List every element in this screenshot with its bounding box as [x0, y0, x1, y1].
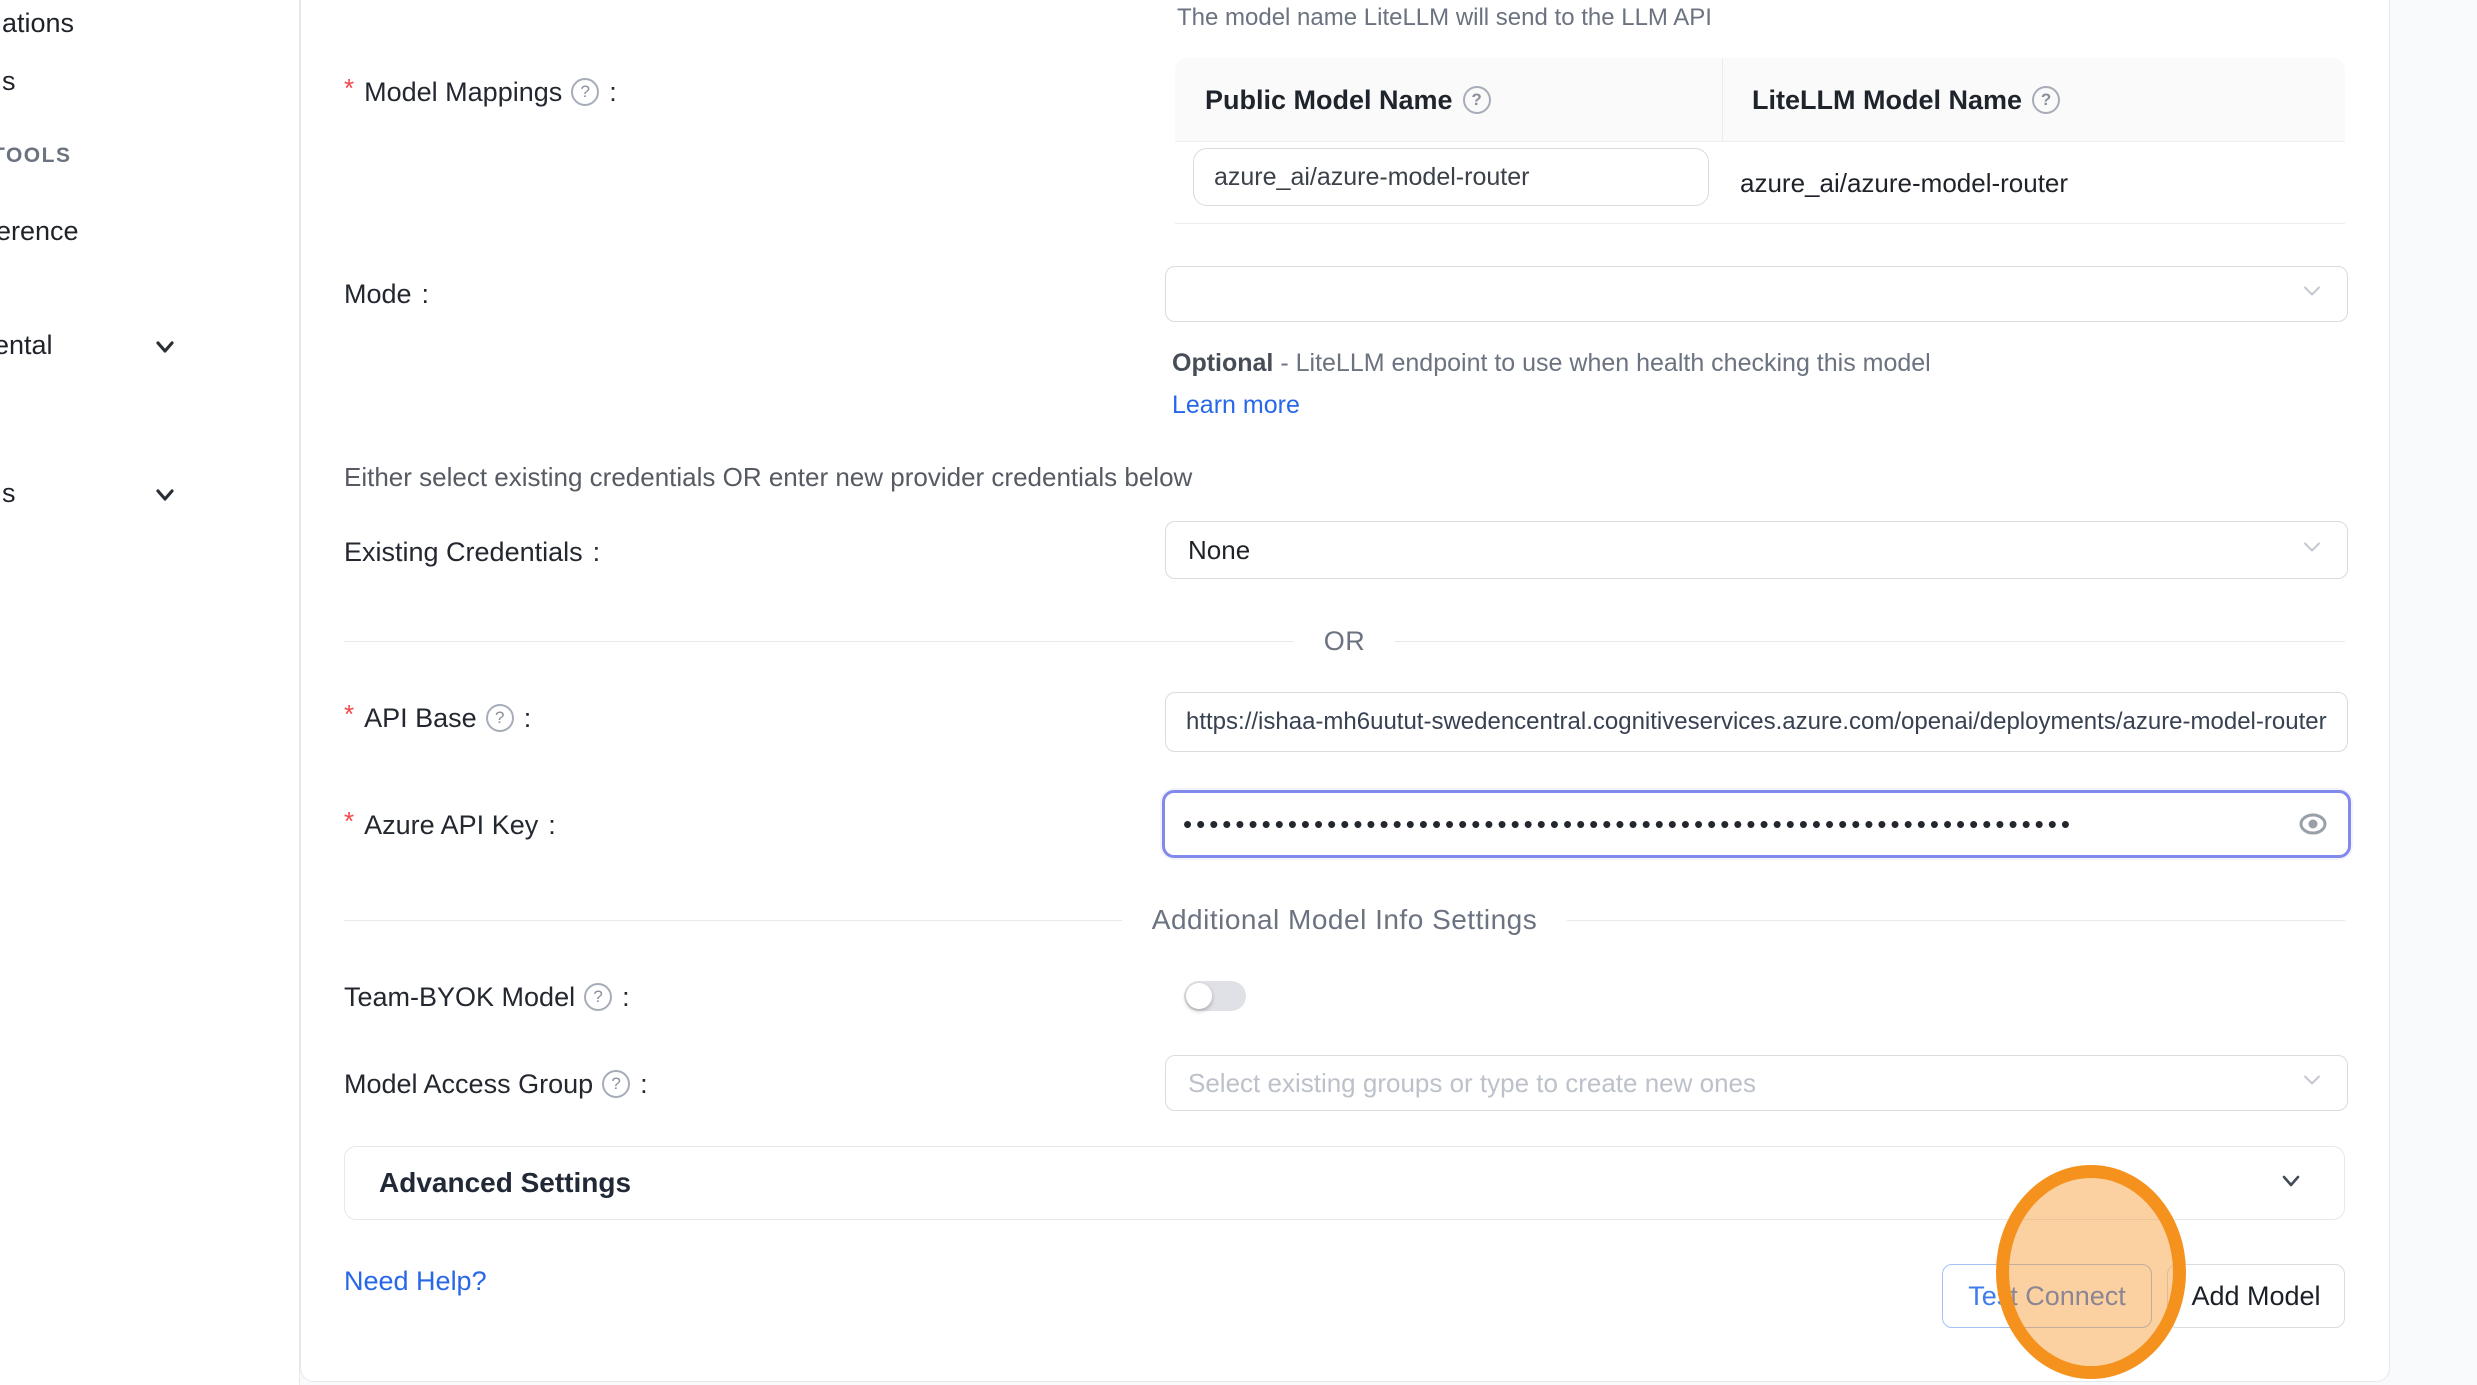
label-colon: : [640, 1069, 648, 1100]
optional-rest-text: - LiteLLM endpoint to use when health ch… [1273, 349, 1930, 377]
label-colon: : [593, 537, 601, 568]
mode-label-text: Mode [344, 279, 412, 310]
existing-credentials-label-text: Existing Credentials [344, 537, 583, 568]
sidebar: ations s TOOLS erence ental s [0, 0, 300, 1385]
team-byok-toggle[interactable] [1184, 981, 1246, 1011]
sidebar-section-tools: TOOLS [0, 144, 71, 168]
advanced-settings-panel[interactable]: Advanced Settings [344, 1146, 2345, 1220]
masked-key-value: ••••••••••••••••••••••••••••••••••••••••… [1165, 809, 2245, 840]
required-asterisk: * [344, 73, 354, 104]
sidebar-item-clipped-5[interactable]: s [2, 478, 16, 509]
learn-more-link[interactable]: Learn more [1172, 391, 1300, 419]
optional-bold-text: Optional [1172, 349, 1273, 377]
or-divider-text: OR [1324, 626, 1366, 657]
add-model-screen: ations s TOOLS erence ental s The model … [0, 0, 2477, 1385]
model-name-helper-text: The model name LiteLLM will send to the … [1177, 4, 1712, 32]
required-asterisk: * [344, 806, 354, 837]
chevron-down-icon[interactable] [150, 480, 180, 510]
chevron-down-icon [2276, 1166, 2306, 1201]
model-mappings-table: Public Model Name ? LiteLLM Model Name ?… [1175, 58, 2345, 224]
chevron-down-icon [2299, 534, 2325, 567]
litellm-model-name-value: azure_ai/azure-model-router [1740, 142, 2068, 224]
model-mappings-label: * Model Mappings ? : [344, 76, 617, 108]
label-colon: : [422, 279, 430, 310]
team-byok-label: Team-BYOK Model ? : [344, 981, 630, 1013]
label-colon: : [609, 77, 617, 108]
label-colon: : [524, 703, 532, 734]
model-access-group-label-text: Model Access Group [344, 1069, 593, 1100]
table-header: Public Model Name ? LiteLLM Model Name ? [1175, 58, 2345, 142]
help-icon[interactable]: ? [602, 1070, 630, 1098]
eye-icon[interactable] [2296, 807, 2330, 841]
azure-api-key-input[interactable]: ••••••••••••••••••••••••••••••••••••••••… [1162, 790, 2351, 858]
label-colon: : [622, 982, 630, 1013]
existing-credentials-value: None [1188, 535, 1250, 566]
sidebar-item-clipped-1[interactable]: ations [2, 8, 74, 39]
additional-settings-divider: Additional Model Info Settings [344, 898, 2345, 942]
sidebar-item-clipped-4[interactable]: ental [0, 330, 53, 361]
azure-api-key-label: * Azure API Key : [344, 809, 556, 841]
add-model-form-panel: The model name LiteLLM will send to the … [300, 0, 2477, 1385]
api-base-label: * API Base ? : [344, 702, 531, 734]
team-byok-label-text: Team-BYOK Model [344, 982, 575, 1013]
model-access-group-label: Model Access Group ? : [344, 1068, 648, 1100]
column-divider [1722, 58, 1723, 142]
sidebar-item-clipped-3[interactable]: erence [0, 216, 79, 247]
divider-line [344, 641, 1294, 642]
or-divider: OR [344, 620, 2345, 662]
toggle-knob [1186, 983, 1212, 1009]
existing-credentials-label: Existing Credentials : [344, 536, 600, 568]
api-base-label-text: API Base [364, 703, 477, 734]
azure-api-key-label-text: Azure API Key [364, 810, 538, 841]
divider-line [1567, 920, 2345, 921]
help-icon[interactable]: ? [584, 983, 612, 1011]
api-base-input[interactable] [1165, 692, 2348, 752]
table-row: azure_ai/azure-model-router [1175, 142, 2345, 224]
litellm-model-name-header-text: LiteLLM Model Name [1752, 85, 2022, 116]
required-asterisk: * [344, 699, 354, 730]
help-icon[interactable]: ? [486, 704, 514, 732]
advanced-settings-label: Advanced Settings [379, 1167, 631, 1199]
label-colon: : [548, 810, 556, 841]
help-icon[interactable]: ? [1463, 86, 1491, 114]
chevron-down-icon[interactable] [150, 332, 180, 362]
help-icon[interactable]: ? [571, 78, 599, 106]
divider-line [1395, 641, 2345, 642]
public-model-name-input[interactable] [1193, 148, 1709, 206]
sidebar-item-clipped-2[interactable]: s [2, 66, 16, 97]
model-access-group-select[interactable]: Select existing groups or type to create… [1165, 1055, 2348, 1111]
credentials-note: Either select existing credentials OR en… [344, 462, 1192, 493]
additional-settings-divider-text: Additional Model Info Settings [1152, 904, 1537, 936]
test-connect-button[interactable]: Test Connect [1942, 1264, 2152, 1328]
model-mappings-label-text: Model Mappings [364, 77, 562, 108]
mode-label: Mode : [344, 278, 429, 310]
public-model-name-header: Public Model Name ? [1205, 58, 1491, 142]
model-access-group-placeholder: Select existing groups or type to create… [1188, 1068, 1756, 1099]
litellm-model-name-header: LiteLLM Model Name ? [1752, 58, 2060, 142]
need-help-link[interactable]: Need Help? [344, 1266, 487, 1297]
mode-select[interactable] [1165, 266, 2348, 322]
chevron-down-icon [2299, 1067, 2325, 1100]
help-icon[interactable]: ? [2032, 86, 2060, 114]
public-model-name-header-text: Public Model Name [1205, 85, 1453, 116]
divider-line [344, 920, 1122, 921]
add-model-button[interactable]: Add Model [2167, 1264, 2345, 1328]
existing-credentials-select[interactable]: None [1165, 521, 2348, 579]
chevron-down-icon [2299, 278, 2325, 311]
mode-helper-text: Optional - LiteLLM endpoint to use when … [1172, 342, 1984, 426]
